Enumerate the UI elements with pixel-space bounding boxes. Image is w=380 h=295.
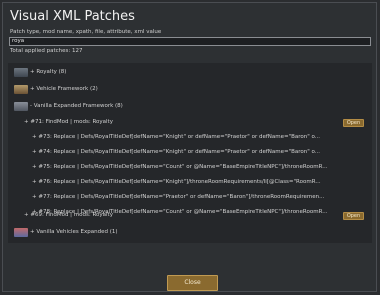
royalty-mod-thumbnail bbox=[14, 68, 28, 77]
vehicle-framework-mod-thumbnail bbox=[14, 85, 28, 94]
mod-group-vehicle-framework[interactable]: + Vehicle Framework (2) bbox=[8, 82, 372, 97]
patch-row-69[interactable]: + #69: FindMod | mods: Royalty Open bbox=[8, 208, 372, 223]
patch-label: + #75: Replace | Defs/RoyalTitleDef[defN… bbox=[32, 164, 328, 170]
patch-row-73[interactable]: + #73: Replace | Defs/RoyalTitleDef[defN… bbox=[8, 130, 372, 145]
close-button[interactable]: Close bbox=[167, 275, 218, 291]
total-applied-patches: Total applied patches: 127 bbox=[10, 48, 83, 54]
patch-row-77[interactable]: + #77: Replace | Defs/RoyalTitleDef[defN… bbox=[8, 190, 372, 205]
vanilla-expanded-framework-mod-thumbnail bbox=[14, 102, 28, 111]
patch-label: + #77: Replace | Defs/RoyalTitleDef[defN… bbox=[32, 194, 325, 200]
dialog-title: Visual XML Patches bbox=[10, 9, 135, 24]
patch-label: + #71: FindMod | mods: Royalty bbox=[24, 119, 113, 125]
patch-row-71[interactable]: + #71: FindMod | mods: Royalty Open bbox=[8, 115, 372, 130]
mod-group-label: + Vehicle Framework (2) bbox=[30, 86, 98, 92]
patch-label: + #74: Replace | Defs/RoyalTitleDef[defN… bbox=[32, 149, 321, 155]
vanilla-vehicles-expanded-mod-thumbnail bbox=[14, 228, 28, 237]
open-button[interactable]: Open bbox=[343, 119, 364, 127]
mod-group-royalty[interactable]: + Royalty (8) bbox=[8, 65, 372, 80]
visual-xml-patches-dialog: Visual XML Patches Patch type, mod name,… bbox=[2, 2, 377, 292]
patch-row-74[interactable]: + #74: Replace | Defs/RoyalTitleDef[defN… bbox=[8, 145, 372, 160]
patch-label: + #73: Replace | Defs/RoyalTitleDef[defN… bbox=[32, 134, 321, 140]
patch-row-76[interactable]: + #76: Replace | Defs/RoyalTitleDef[defN… bbox=[8, 175, 372, 190]
mod-group-label: - Vanilla Expanded Framework (8) bbox=[30, 103, 123, 109]
open-button[interactable]: Open bbox=[343, 212, 364, 220]
mod-group-label: + Vanilla Vehicles Expanded (1) bbox=[30, 229, 118, 235]
mod-group-vanilla-expanded-framework[interactable]: - Vanilla Expanded Framework (8) bbox=[8, 99, 372, 114]
search-hint: Patch type, mod name, xpath, file, attri… bbox=[10, 29, 162, 35]
search-input[interactable]: roya bbox=[9, 37, 371, 46]
patch-label: + #69: FindMod | mods: Royalty bbox=[24, 212, 113, 218]
patch-label: + #76: Replace | Defs/RoyalTitleDef[defN… bbox=[32, 179, 321, 185]
mod-group-vanilla-vehicles-expanded[interactable]: + Vanilla Vehicles Expanded (1) bbox=[8, 225, 372, 240]
patch-row-75[interactable]: + #75: Replace | Defs/RoyalTitleDef[defN… bbox=[8, 160, 372, 175]
mod-group-label: + Royalty (8) bbox=[30, 69, 67, 75]
